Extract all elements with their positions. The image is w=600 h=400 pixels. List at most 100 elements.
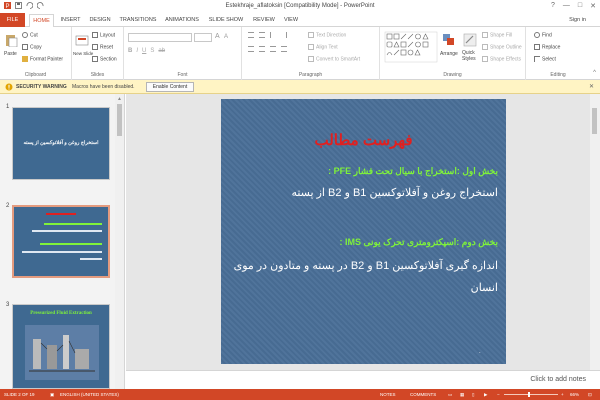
part1-heading[interactable]: بخش اول :استخراج با سیال تحت فشار PFE : xyxy=(328,166,498,177)
copy-button[interactable]: Copy xyxy=(22,44,42,50)
reading-view-icon[interactable]: ▯ xyxy=(472,392,474,398)
select-button[interactable]: Select xyxy=(534,56,556,62)
decrease-indent-icon[interactable] xyxy=(270,32,276,38)
reset-button[interactable]: Reset xyxy=(92,44,113,50)
numbering-icon[interactable] xyxy=(259,32,265,38)
tab-slide-show[interactable]: SLIDE SHOW xyxy=(206,14,246,27)
shadow-icon[interactable]: S xyxy=(150,48,154,54)
format-painter-button[interactable]: Format Painter xyxy=(22,56,63,62)
scroll-thumb[interactable] xyxy=(592,108,597,134)
slide-thumbnail-2[interactable] xyxy=(12,205,110,278)
zoom-slider[interactable] xyxy=(504,392,558,397)
slide-editing-area: فهرست مطالب بخش اول :استخراج با سیال تحت… xyxy=(126,94,600,389)
fit-slide-icon[interactable]: ⊡ xyxy=(588,392,592,398)
part2-body-line1[interactable]: اندازه گیری آفلاتوکسین B1 و B2 در پسته و… xyxy=(234,259,498,272)
shapes-gallery[interactable] xyxy=(384,31,438,63)
text-direction-button[interactable]: Text Direction xyxy=(308,32,346,38)
slide-title[interactable]: فهرست مطالب xyxy=(221,131,506,149)
tab-view[interactable]: VIEW xyxy=(281,14,301,27)
tab-insert[interactable]: INSERT xyxy=(57,14,84,27)
help-icon[interactable]: ? xyxy=(551,2,555,10)
tab-review[interactable]: REVIEW xyxy=(249,14,279,27)
current-slide[interactable]: فهرست مطالب بخش اول :استخراج با سیال تحت… xyxy=(221,99,506,364)
notes-button[interactable]: NOTES xyxy=(380,392,396,397)
shape-fill-button[interactable]: Shape Fill xyxy=(482,32,512,38)
enable-content-button[interactable]: Enable Content xyxy=(146,82,194,92)
slide-thumbnail-3[interactable]: Pressurized Fluid Extraction xyxy=(12,304,110,389)
part2-heading[interactable]: بخش دوم :اسپکترومتری تحرک یونی IMS : xyxy=(339,237,498,248)
tab-design[interactable]: DESIGN xyxy=(86,14,114,27)
section-button[interactable]: Section xyxy=(92,56,117,62)
new-slide-button[interactable]: New Slide xyxy=(73,51,93,56)
thumbnail-title: Pressurized Fluid Extraction xyxy=(30,311,92,316)
editing-group: Find Replace Select Editing xyxy=(526,27,590,80)
zoom-level[interactable]: 66% xyxy=(570,392,579,397)
comments-button[interactable]: COMMENTS xyxy=(410,392,436,397)
font-shrink-icon[interactable]: A xyxy=(224,34,228,40)
slide-thumbnail-pane: 1 استخراج روغن و آفلاتوکسین از پسته 2 3 … xyxy=(0,94,125,389)
bullets-icon[interactable] xyxy=(248,32,254,38)
thumbnail-line xyxy=(32,230,102,232)
tab-home[interactable]: HOME xyxy=(29,14,54,28)
close-button[interactable]: ✕ xyxy=(590,2,596,10)
paste-button[interactable]: Paste xyxy=(4,51,17,57)
align-text-button[interactable]: Align Text xyxy=(308,44,338,50)
cut-button[interactable]: Cut xyxy=(22,32,38,38)
shape-outline-button[interactable]: Shape Outline xyxy=(482,44,522,50)
convert-smartart-button[interactable]: Convert to SmartArt xyxy=(308,56,360,62)
part2-body-line2[interactable]: انسان xyxy=(471,281,498,294)
zoom-in-button[interactable]: + xyxy=(561,392,564,397)
align-center-icon[interactable] xyxy=(259,46,265,52)
title-bar: P Estekhraje_aflatoksin [Compatibility M… xyxy=(0,0,600,13)
language-indicator[interactable]: ENGLISH (UNITED STATES) xyxy=(60,392,119,397)
italic-icon[interactable]: I xyxy=(136,48,138,54)
slides-label: Slides xyxy=(90,72,105,78)
tab-file[interactable]: FILE xyxy=(0,13,25,27)
layout-button[interactable]: Layout xyxy=(92,32,115,38)
text-direction-icon xyxy=(308,32,314,38)
replace-button[interactable]: Replace xyxy=(534,44,560,50)
part1-body[interactable]: استخراج روغن و آفلاتوکسین B1 و B2 از پست… xyxy=(291,186,498,199)
slide-dot: . xyxy=(479,349,481,355)
scroll-thumb[interactable] xyxy=(117,104,122,136)
arrange-icon[interactable] xyxy=(442,33,456,47)
bold-icon[interactable]: B xyxy=(128,48,132,54)
justify-icon[interactable] xyxy=(281,46,287,52)
align-left-icon[interactable] xyxy=(248,46,254,52)
notes-pane[interactable]: Click to add notes xyxy=(126,370,600,389)
thumbnail-scrollbar[interactable]: ▲ xyxy=(115,94,124,389)
collapse-ribbon-icon[interactable]: ^ xyxy=(593,70,596,76)
maximize-button[interactable]: □ xyxy=(578,2,582,10)
font-grow-icon[interactable]: A xyxy=(215,33,220,40)
quick-styles-button[interactable]: Quick Styles xyxy=(462,50,480,62)
tab-transitions[interactable]: TRANSITIONS xyxy=(117,14,159,27)
font-size-field[interactable] xyxy=(194,33,212,42)
sign-in-link[interactable]: Sign in xyxy=(569,17,586,23)
normal-view-icon[interactable]: ▭ xyxy=(448,392,452,398)
zoom-slider-thumb[interactable] xyxy=(528,392,530,397)
paragraph-group: Text Direction Align Text Convert to Sma… xyxy=(242,27,380,80)
close-warning-icon[interactable]: ✕ xyxy=(589,83,594,90)
thumbnail-line xyxy=(40,243,102,245)
zoom-out-button[interactable]: − xyxy=(497,392,500,397)
proofing-icon[interactable]: ▣ xyxy=(50,392,54,398)
slide-thumbnail-1[interactable]: استخراج روغن و آفلاتوکسین از پسته xyxy=(12,107,110,180)
quick-styles-icon[interactable] xyxy=(463,33,477,47)
slide-sorter-icon[interactable]: ▦ xyxy=(460,392,464,398)
strikethrough-icon[interactable]: ab xyxy=(158,48,165,54)
slideshow-icon[interactable]: ▶ xyxy=(484,392,487,398)
shape-effects-button[interactable]: Shape Effects xyxy=(482,56,521,62)
new-slide-icon[interactable] xyxy=(75,33,89,47)
slide-scrollbar[interactable] xyxy=(590,94,600,370)
window-controls: ? — □ ✕ xyxy=(551,2,596,10)
minimize-button[interactable]: — xyxy=(563,2,570,10)
underline-icon[interactable]: U xyxy=(142,48,146,54)
align-right-icon[interactable] xyxy=(270,46,276,52)
tab-animations[interactable]: ANIMATIONS xyxy=(161,14,203,27)
paste-icon[interactable] xyxy=(4,33,18,47)
font-name-field[interactable] xyxy=(128,33,192,42)
find-button[interactable]: Find xyxy=(534,32,552,38)
arrange-button[interactable]: Arrange xyxy=(440,51,458,57)
scroll-up-icon[interactable]: ▲ xyxy=(117,96,122,102)
increase-indent-icon[interactable] xyxy=(281,32,287,38)
